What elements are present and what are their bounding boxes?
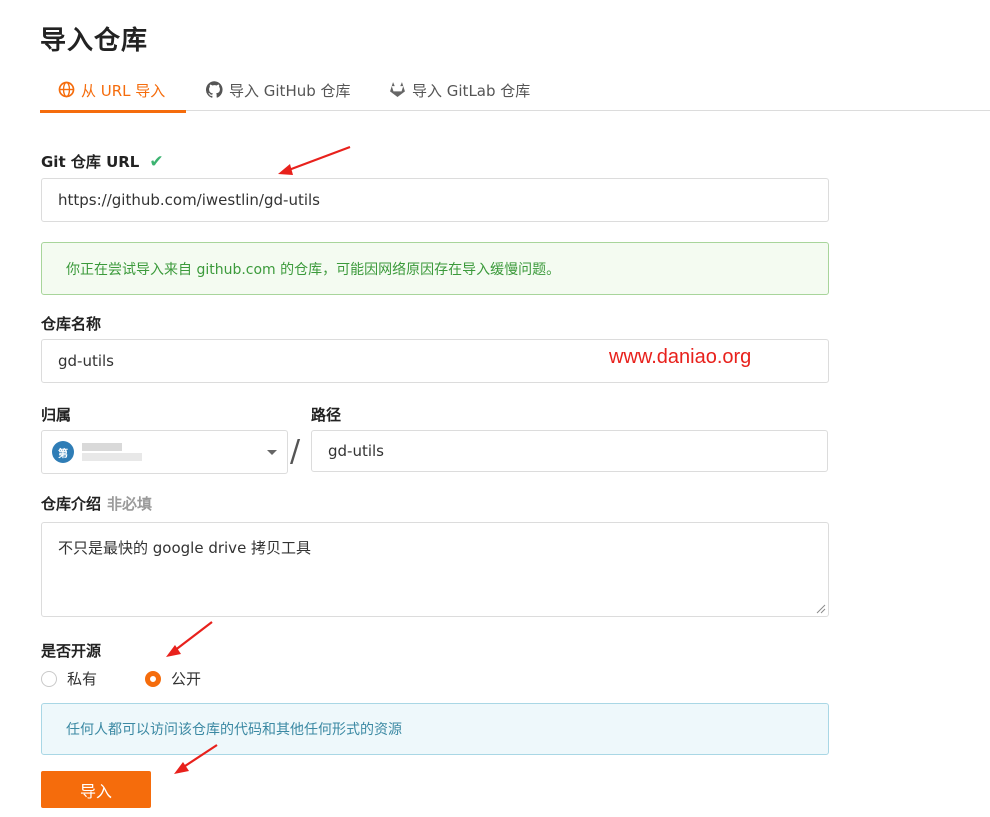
path-value: gd-utils [328,442,384,460]
owner-select[interactable]: 第 [41,430,288,474]
owner-label: 归属 [41,406,72,424]
radio-private[interactable]: 私有 [41,668,97,689]
radio-public-label: 公开 [171,670,202,688]
git-url-input[interactable]: https://github.com/iwestlin/gd-utils [41,178,829,222]
network-notice-text: 你正在尝试导入来自 github.com 的仓库，可能因网络原因存在导入缓慢问题… [66,261,561,278]
radio-private-label: 私有 [67,670,98,688]
description-value: 不只是最快的 google drive 拷贝工具 [58,539,312,557]
git-url-value: https://github.com/iwestlin/gd-utils [58,191,320,209]
radio-public[interactable]: 公开 [145,668,201,689]
redacted-owner-name [82,443,122,451]
annotation-arrow [285,145,351,173]
visibility-info: 任何人都可以访问该仓库的代码和其他任何形式的资源 [41,703,829,755]
annotation-arrowhead [166,645,181,657]
annotation-arrows [166,145,351,774]
tab-import-gitlab[interactable]: 导入 GitLab 仓库 [389,80,530,110]
tab-import-github[interactable]: 导入 GitHub 仓库 [206,80,351,110]
check-icon: ✔ [149,152,164,172]
repo-name-label: 仓库名称 [41,315,102,333]
annotation-arrowhead [174,762,189,774]
description-textarea[interactable]: 不只是最快的 google drive 拷贝工具 [41,522,829,617]
tab-label: 导入 GitLab 仓库 [412,82,531,100]
globe-icon [58,81,75,98]
annotation-arrow [173,621,213,652]
annotation-arrowhead [278,164,293,175]
path-separator: / [290,434,301,469]
radio-private-indicator[interactable] [41,670,57,687]
description-label-text: 仓库介绍 [41,495,102,513]
tab-label: 导入 GitHub 仓库 [229,82,351,100]
resize-grip-icon[interactable] [814,602,826,614]
description-label: 仓库介绍 非必填 [41,493,152,514]
watermark: www.daniao.org [609,346,752,368]
path-input[interactable]: gd-utils [311,430,828,472]
git-url-label: Git 仓库 URL ✔ [41,151,164,172]
tab-label: 从 URL 导入 [81,82,166,100]
optional-hint: 非必填 [107,495,153,513]
network-notice: 你正在尝试导入来自 github.com 的仓库，可能因网络原因存在导入缓慢问题… [41,242,829,295]
avatar: 第 [52,441,74,463]
active-tab-indicator [40,110,186,113]
visibility-label: 是否开源 [41,642,102,660]
page-title: 导入仓库 [40,26,149,56]
path-label: 路径 [311,406,342,424]
gitlab-icon [390,82,405,97]
tab-import-from-url[interactable]: 从 URL 导入 [58,80,165,110]
import-button[interactable]: 导入 [41,771,151,808]
git-url-label-text: Git 仓库 URL [41,153,140,171]
radio-public-indicator[interactable] [145,670,161,687]
chevron-down-icon [267,450,277,455]
visibility-info-text: 任何人都可以访问该仓库的代码和其他任何形式的资源 [66,722,402,738]
repo-name-value: gd-utils [58,352,114,370]
redacted-owner-name-2 [82,453,142,461]
github-icon [206,81,223,98]
